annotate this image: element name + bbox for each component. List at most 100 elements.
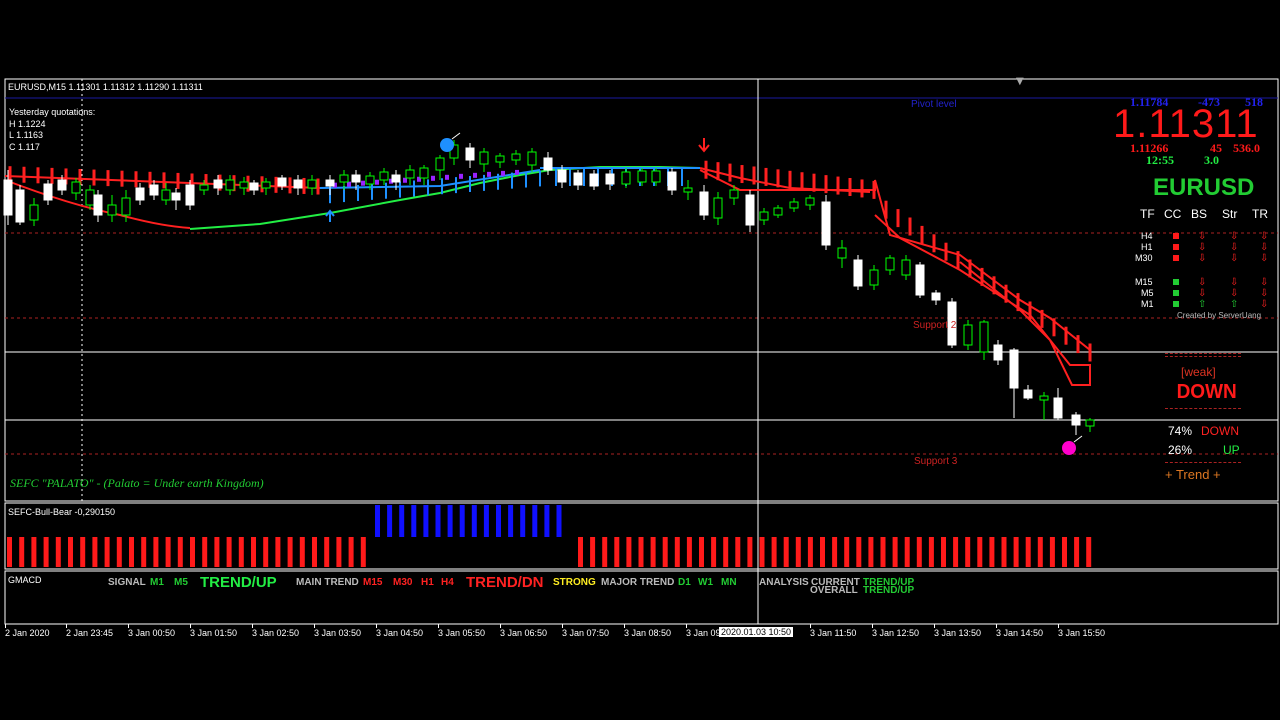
- time-axis-label: 3 Jan 04:50: [376, 628, 424, 638]
- tf-bs-arrow-icon: ⇩: [1198, 231, 1207, 242]
- bar-timer: 12:55: [1146, 153, 1174, 167]
- gmacd-overall-value: TREND/UP: [863, 585, 915, 596]
- candle-body: [495, 155, 505, 163]
- bull-bear-histogram: [7, 505, 1092, 567]
- strength-divider-mid: [1165, 408, 1241, 409]
- gmacd-m1: M1: [150, 577, 164, 588]
- candle-body: [325, 179, 335, 187]
- tf-row-label: M30: [1135, 253, 1153, 263]
- histogram-bar: [783, 537, 789, 567]
- candle-body: [351, 174, 361, 183]
- histogram-bar: [312, 537, 317, 567]
- histogram-bar: [263, 537, 269, 567]
- histogram-bar: [1086, 537, 1092, 567]
- tf-header-str: Str: [1222, 207, 1238, 221]
- strength-direction: DOWN: [1176, 381, 1237, 403]
- histogram-bar: [129, 537, 134, 567]
- histogram-bar: [153, 537, 159, 567]
- histogram-bar: [532, 505, 538, 537]
- histogram-bar: [650, 537, 656, 567]
- histogram-bar: [324, 537, 330, 567]
- time-axis-tick: [996, 624, 997, 628]
- gmacd-h4: H4: [441, 577, 454, 588]
- tf-str-arrow-icon: ⇩: [1230, 253, 1239, 264]
- price-chart[interactable]: ▼: [0, 0, 1280, 720]
- histogram-bar: [928, 537, 934, 567]
- tf-header-bs: BS: [1191, 207, 1208, 221]
- histogram-bar: [856, 537, 862, 567]
- time-axis-label: 2 Jan 23:45: [66, 628, 114, 638]
- tf-bs-arrow-icon: ⇩: [1198, 277, 1207, 288]
- tf-header-tr: TR: [1252, 207, 1268, 221]
- tf-cc-indicator: [1173, 255, 1179, 261]
- gmacd-overall: OVERALL: [810, 585, 858, 596]
- time-axis-tick: [1058, 624, 1059, 628]
- candle-body: [745, 194, 755, 226]
- candle-body: [853, 259, 863, 287]
- histogram-bar: [299, 537, 305, 567]
- symbol-header: EURUSD,M15 1.11301 1.11312 1.11290 1.113…: [8, 82, 203, 92]
- time-axis-tick: [810, 624, 811, 628]
- histogram-bar: [989, 537, 995, 567]
- histogram-bar: [360, 537, 366, 567]
- pivot-label: Pivot level: [911, 99, 957, 110]
- signal-dot: [501, 170, 505, 176]
- candle-body: [3, 179, 13, 216]
- candle-body: [683, 187, 693, 193]
- tf-bs-arrow-icon: ⇩: [1198, 288, 1207, 299]
- time-axis-tick: [66, 624, 67, 628]
- histogram-bar: [807, 537, 813, 567]
- candle-body: [605, 173, 615, 185]
- histogram-bar: [1025, 537, 1031, 567]
- histogram-bar: [1049, 537, 1055, 567]
- histogram-bar: [496, 505, 501, 537]
- time-axis-tick: [128, 624, 129, 628]
- histogram-bar: [80, 537, 86, 567]
- histogram-bar: [141, 537, 147, 567]
- candle-body: [43, 183, 53, 201]
- histogram-bar: [423, 505, 429, 537]
- histogram-bar: [880, 537, 886, 567]
- histogram-bar: [31, 537, 37, 567]
- tf-row-label: M5: [1141, 288, 1154, 298]
- candle-body: [621, 171, 631, 185]
- candle-body: [71, 181, 81, 194]
- time-axis-tick: [314, 624, 315, 628]
- histogram-bar: [336, 537, 342, 567]
- histogram-bar: [844, 537, 850, 567]
- signal-dot: [459, 173, 463, 179]
- gmacd-m30: M30: [393, 577, 413, 588]
- yesterday-low: L 1.1163: [9, 130, 44, 140]
- bear-ma-line-2: [699, 167, 871, 193]
- signal-dot: [487, 171, 491, 177]
- time-axis-label: 3 Jan 02:50: [252, 628, 300, 638]
- time-axis-label: 3 Jan 06:50: [500, 628, 548, 638]
- candle-body: [149, 184, 159, 196]
- time-axis-tick: [562, 624, 563, 628]
- yesterday-title: Yesterday quotations:: [9, 107, 96, 117]
- watermark-text: SEFC "PALATO" - (Palato = Under earth Ki…: [10, 476, 264, 490]
- candle-body: [339, 174, 349, 183]
- candle-body: [57, 179, 67, 191]
- histogram-bar: [904, 537, 910, 567]
- candle-body: [419, 167, 429, 179]
- time-axis-label: 3 Jan 13:50: [934, 628, 982, 638]
- signal-dot: [361, 180, 365, 186]
- histogram-bar: [1074, 537, 1080, 567]
- histogram-bar: [602, 537, 608, 567]
- histogram-bar: [508, 505, 514, 537]
- gmacd-analysis: ANALYSIS: [759, 577, 809, 588]
- candle-body: [821, 201, 831, 246]
- histogram-bar: [190, 537, 195, 567]
- candle-body: [261, 181, 271, 189]
- support2-label: Support 2: [913, 320, 957, 331]
- time-axis-tick: [872, 624, 873, 628]
- time-axis-tick: [500, 624, 501, 628]
- histogram-bar: [104, 537, 110, 567]
- signal-dot: [375, 179, 379, 185]
- candle-body: [557, 169, 567, 183]
- top-cursor-icon: ▼: [1016, 76, 1024, 87]
- time-axis-label: 2 Jan 2020: [5, 628, 50, 638]
- candle-body: [931, 292, 941, 301]
- gmacd-signal: SIGNAL: [108, 577, 146, 588]
